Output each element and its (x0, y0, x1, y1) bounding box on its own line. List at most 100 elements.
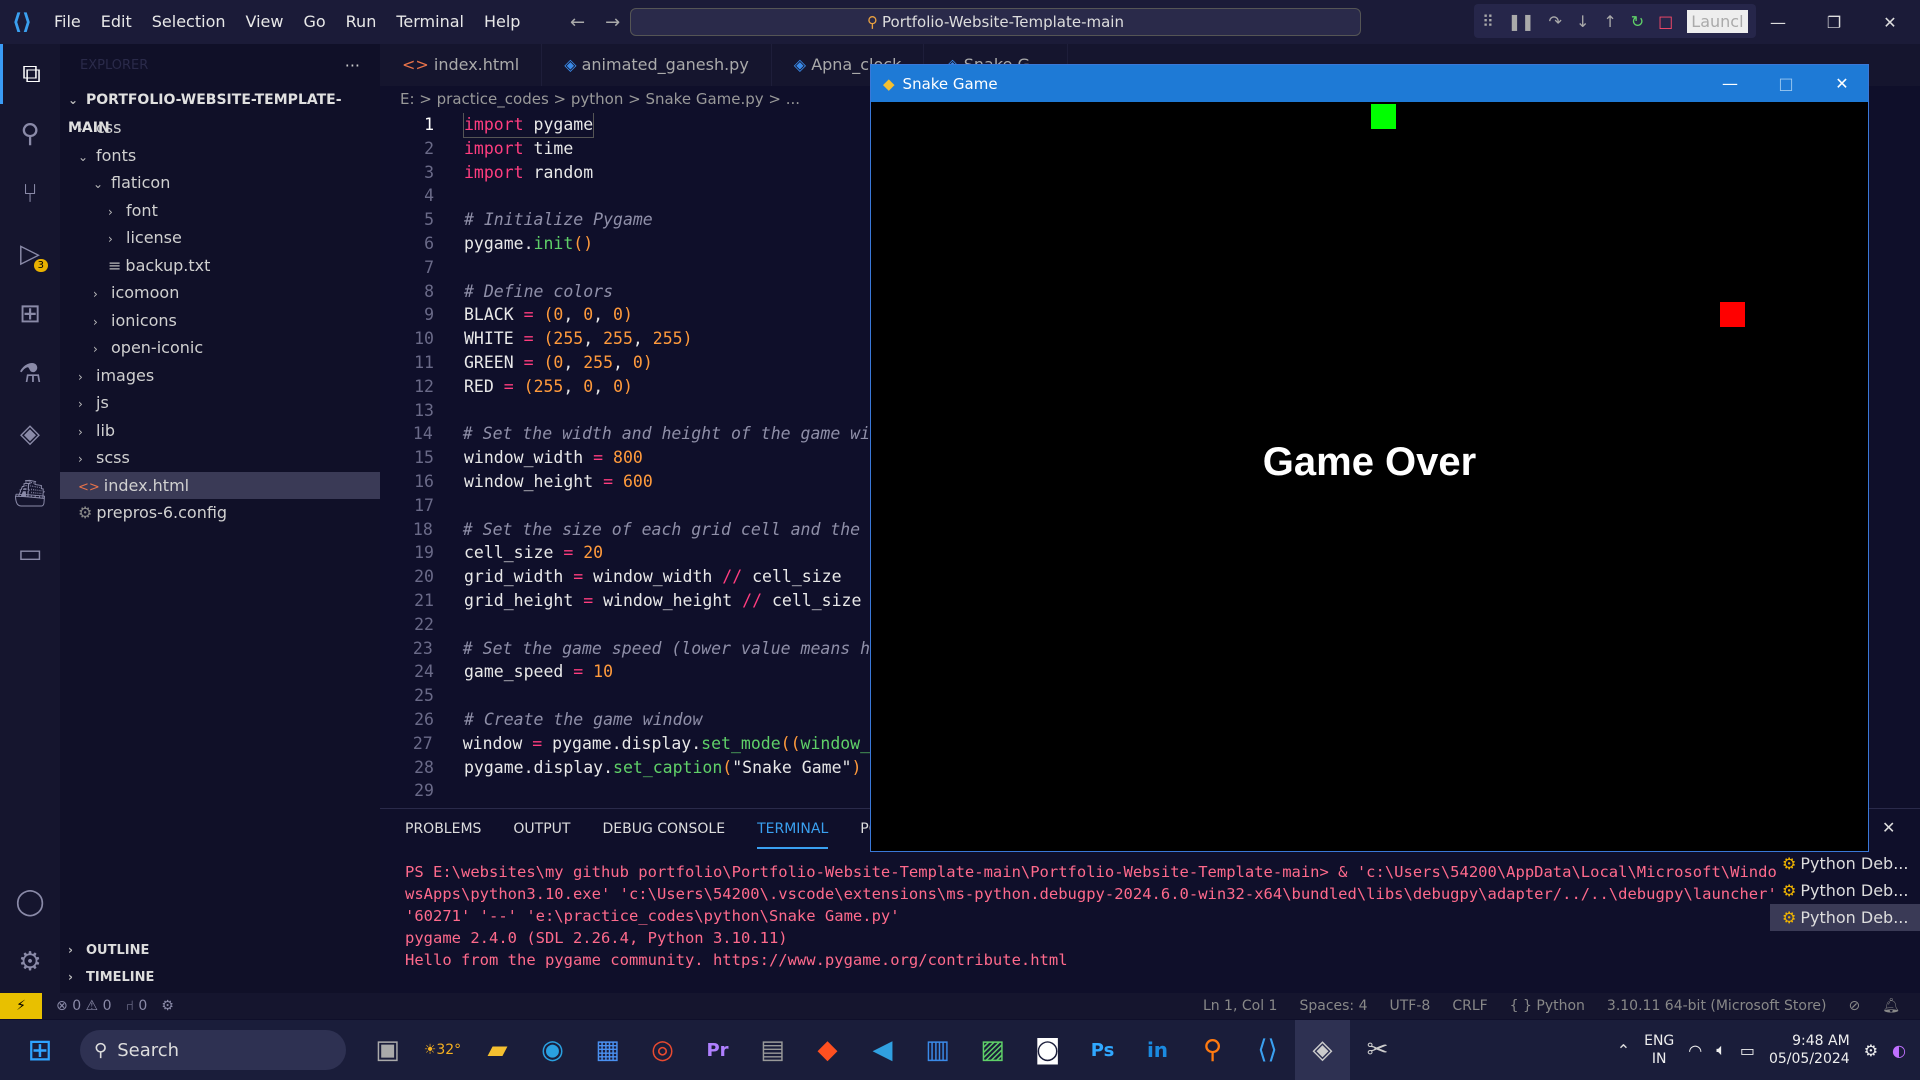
menu-view[interactable]: View (236, 0, 294, 44)
tree-item-js[interactable]: › js (60, 389, 380, 417)
testing-icon[interactable]: ⚗ (0, 344, 60, 404)
settings-gear-icon[interactable]: ⚙ (0, 932, 60, 992)
restore-button[interactable]: ❐ (1806, 0, 1862, 44)
code-editor[interactable]: 1 import pygame 2 import time 3 import random… (380, 113, 880, 797)
account-icon[interactable]: ◯ (0, 872, 60, 932)
timeline-section[interactable]: › TIMELINE (60, 964, 380, 991)
premiere-pro-icon[interactable]: Pr (690, 1020, 745, 1080)
line-ending[interactable]: CRLF (1452, 998, 1487, 1014)
editor-tab[interactable]: ◈ animated_ganesh.py (542, 44, 772, 86)
minimize-button[interactable]: — (1750, 0, 1806, 44)
app-icon[interactable]: ◙ (1020, 1020, 1075, 1080)
ports-indicator[interactable]: ⑁ 0 (125, 998, 147, 1014)
editor-tab[interactable]: <> index.html (380, 44, 543, 86)
python-interpreter[interactable]: 3.10.11 64-bit (Microsoft Store) (1607, 998, 1827, 1014)
edge-browser-icon[interactable]: ◉ (525, 1020, 580, 1080)
encoding[interactable]: UTF-8 (1390, 998, 1431, 1014)
close-button[interactable]: ✕ (1862, 0, 1918, 44)
game-minimize-button[interactable]: — (1702, 65, 1758, 102)
docker-icon[interactable]: ⛴ (0, 464, 60, 524)
copilot-icon[interactable]: ⊘ (1848, 998, 1860, 1014)
game-maximize-button[interactable]: □ (1758, 65, 1814, 102)
panel-tab-output[interactable]: OUTPUT (513, 809, 570, 849)
task-view-icon[interactable]: ▣ (360, 1020, 415, 1080)
python-taskbar-icon[interactable]: ◈ (1295, 1020, 1350, 1080)
debug-launch-icon[interactable]: ⚙ (161, 998, 174, 1014)
menu-help[interactable]: Help (474, 0, 530, 44)
menu-edit[interactable]: Edit (91, 0, 142, 44)
menu-selection[interactable]: Selection (142, 0, 236, 44)
notifications-bell-icon[interactable]: 🔔︎ (1882, 998, 1900, 1014)
outline-section[interactable]: › OUTLINE (60, 937, 380, 964)
calculator-icon[interactable]: ▤ (745, 1020, 800, 1080)
search-icon[interactable]: ⚲ (0, 104, 60, 164)
photoshop-icon[interactable]: Ps (1075, 1020, 1130, 1080)
panel-tab-terminal[interactable]: TERMINAL (757, 809, 829, 849)
tree-item-scss[interactable]: › scss (60, 444, 380, 472)
wifi-icon[interactable]: ◠ (1688, 1041, 1702, 1060)
tree-item-backup-txt[interactable]: ≡ backup.txt (60, 252, 380, 280)
language-indicator[interactable]: ENG IN (1644, 1032, 1674, 1068)
tree-item-fonts[interactable]: ⌄ fonts (60, 142, 380, 170)
source-control-icon[interactable]: ⑂ (0, 164, 60, 224)
file-explorer-icon[interactable]: ▰ (470, 1020, 525, 1080)
menu-run[interactable]: Run (336, 0, 387, 44)
battery-icon[interactable]: ▭ (1740, 1041, 1755, 1060)
extensions-icon[interactable]: ⊞ (0, 284, 60, 344)
python-icon[interactable]: ◈ (0, 404, 60, 464)
game-canvas[interactable]: Game Over (871, 102, 1868, 851)
tree-item-icomoon[interactable]: › icomoon (60, 279, 380, 307)
volume-icon[interactable]: 🔈︎ (1716, 1040, 1726, 1060)
explorer-icon[interactable]: ⧉ (0, 44, 60, 104)
back-arrow-icon[interactable]: ← (570, 12, 585, 33)
notification-icon[interactable]: ⚙ (1864, 1041, 1878, 1060)
clock[interactable]: 9:48 AM 05/05/2024 (1769, 1032, 1850, 1068)
vscode-taskbar-icon[interactable]: ⟨⟩ (1240, 1020, 1295, 1080)
run-debug-icon[interactable]: ▷ 3 (0, 224, 60, 284)
chrome-icon[interactable]: ◎ (635, 1020, 690, 1080)
drag-handle-icon[interactable]: ⠿ (1482, 12, 1494, 31)
tree-item-lib[interactable]: › lib (60, 417, 380, 445)
tree-item-license[interactable]: › license (60, 224, 380, 252)
more-actions-icon[interactable]: ··· (345, 56, 360, 75)
step-out-icon[interactable]: ↑ (1603, 12, 1616, 31)
image-viewer-icon[interactable]: ▨ (965, 1020, 1020, 1080)
breadcrumb[interactable]: E: > practice_codes > python > Snake Gam… (400, 90, 800, 108)
step-into-icon[interactable]: ↓ (1576, 12, 1589, 31)
tree-item-images[interactable]: › images (60, 362, 380, 390)
tree-item-flaticon[interactable]: ⌄ flaticon (60, 169, 380, 197)
weather-widget[interactable]: ☀ 32° (415, 1020, 470, 1080)
panel-tab-debug-console[interactable]: DEBUG CONSOLE (602, 809, 725, 849)
brave-icon[interactable]: ◆ (800, 1020, 855, 1080)
language-mode[interactable]: { } Python (1510, 998, 1585, 1014)
terminal-output[interactable]: PS E:\websites\my github portfolio\Portf… (405, 861, 1920, 971)
terminal-instance[interactable]: ⚙ Python Deb... (1770, 877, 1920, 904)
forward-arrow-icon[interactable]: → (605, 12, 620, 33)
command-center[interactable]: ⚲ Portfolio-Website-Template-main (630, 8, 1361, 36)
tree-item-ionicons[interactable]: › ionicons (60, 307, 380, 335)
menu-file[interactable]: File (44, 0, 91, 44)
snipping-tool-icon[interactable]: ✂ (1350, 1020, 1405, 1080)
project-folder[interactable]: ⌄ PORTFOLIO-WEBSITE-TEMPLATE-MAIN (60, 86, 380, 136)
tree-item-prepros-6-config[interactable]: ⚙ prepros-6.config (60, 499, 380, 527)
errors-indicator[interactable]: ⊗ 0 ⚠ 0 (56, 998, 111, 1014)
step-over-icon[interactable]: ↷ (1549, 12, 1562, 31)
tree-item-open-iconic[interactable]: › open-iconic (60, 334, 380, 362)
menu-go[interactable]: Go (293, 0, 335, 44)
menu-terminal[interactable]: Terminal (386, 0, 474, 44)
remote-indicator-icon[interactable]: ⚡ (0, 993, 42, 1019)
indentation[interactable]: Spaces: 4 (1299, 998, 1367, 1014)
search-tool-icon[interactable]: ⚲ (1185, 1020, 1240, 1080)
taskbar-search[interactable]: ⚲ Search (80, 1030, 346, 1070)
restart-icon[interactable]: ↻ (1631, 12, 1644, 31)
pause-icon[interactable]: ❚❚ (1508, 12, 1535, 31)
notepad-icon[interactable]: ▥ (910, 1020, 965, 1080)
tree-item-css[interactable]: › css (60, 114, 380, 142)
store-icon[interactable]: ▦ (580, 1020, 635, 1080)
copilot-taskbar-icon[interactable]: ◐ (1892, 1041, 1906, 1060)
close-panel-icon[interactable]: ✕ (1882, 818, 1895, 837)
chevron-up-icon[interactable]: ⌃ (1617, 1041, 1630, 1060)
linkedin-icon[interactable]: in (1130, 1020, 1185, 1080)
remote-explorer-icon[interactable]: ▭ (0, 524, 60, 584)
panel-tab-problems[interactable]: PROBLEMS (405, 809, 481, 849)
